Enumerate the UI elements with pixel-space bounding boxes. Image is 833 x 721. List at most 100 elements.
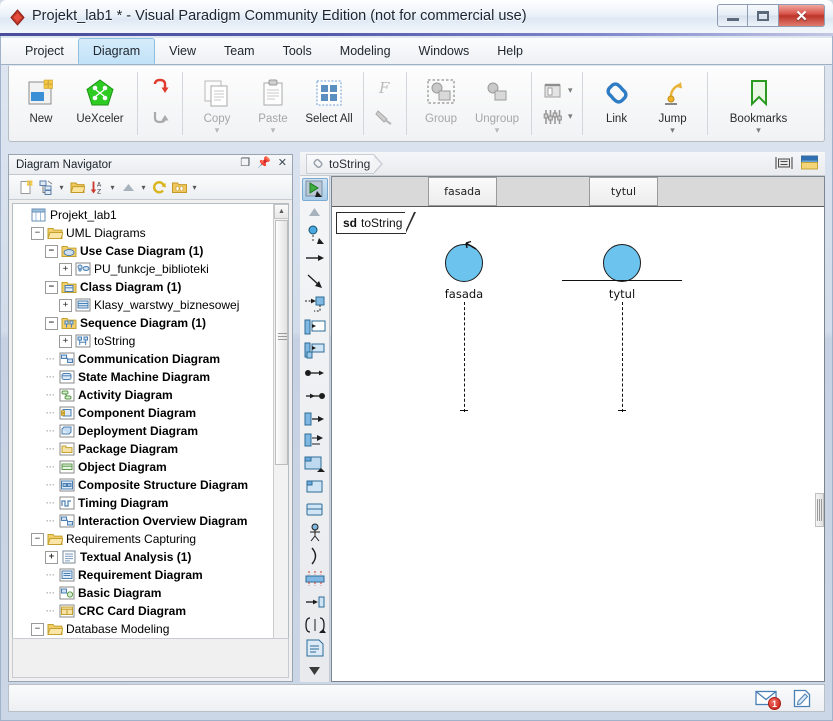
chevron-down-icon[interactable]: ▾	[495, 126, 500, 135]
tree-expand-icon[interactable]: +	[59, 298, 72, 312]
more-caret[interactable]	[302, 659, 328, 682]
chevron-down-icon[interactable]: ▾	[215, 126, 220, 135]
activation-bar-tool[interactable]	[302, 315, 328, 338]
expand-tree-icon[interactable]	[37, 178, 55, 196]
diagram-canvas[interactable]: sd toString fasada tytul	[332, 208, 824, 681]
combined-fragment-tool[interactable]	[302, 430, 328, 453]
tree-item-tostring[interactable]: + toString	[13, 332, 272, 350]
tree-collapse-icon[interactable]: −	[45, 244, 58, 258]
entry-point-tool[interactable]	[302, 590, 328, 613]
ruler-cell-tytul[interactable]: tytul	[589, 177, 658, 206]
distribute-row[interactable]: ▾	[541, 107, 573, 127]
tree-collapse-icon[interactable]: −	[31, 622, 44, 636]
start-point-tool[interactable]	[302, 361, 328, 384]
tree-collapse-icon[interactable]: −	[45, 316, 58, 330]
close-button[interactable]: ✕	[779, 4, 825, 27]
tree-item-use-case-diagram-1[interactable]: − Use Case Diagram (1)	[13, 242, 272, 260]
format-button[interactable]: F	[373, 78, 397, 101]
interaction-use-tool[interactable]	[302, 453, 328, 476]
tree-expand-icon[interactable]: +	[59, 334, 72, 348]
chevron-down-icon[interactable]: ▾	[568, 112, 573, 121]
paste-button[interactable]: Paste ▾	[245, 69, 301, 138]
menu-item-help[interactable]: Help	[483, 38, 537, 64]
interaction-frame-tool[interactable]	[302, 613, 328, 636]
tree-item-crc-card-diagram[interactable]: ··· CRC Card Diagram	[13, 602, 272, 620]
group-button[interactable]: Group	[413, 69, 469, 138]
message-arrow-tool[interactable]	[302, 247, 328, 270]
bookmarks-button[interactable]: Bookmarks ▾	[714, 69, 804, 138]
tree-item-composite-structure-diagram[interactable]: ··· Composite Structure Diagram	[13, 476, 272, 494]
link-button[interactable]: Link	[589, 69, 645, 138]
menu-item-team[interactable]: Team	[210, 38, 269, 64]
undo-button[interactable]	[147, 76, 173, 101]
tree-item-communication-diagram[interactable]: ··· Communication Diagram	[13, 350, 272, 368]
ungroup-button[interactable]: Ungroup ▾	[469, 69, 525, 138]
menu-item-project[interactable]: Project	[11, 38, 78, 64]
tree-item-object-diagram[interactable]: ··· Object Diagram	[13, 458, 272, 476]
tree-item-timing-diagram[interactable]: ··· Timing Diagram	[13, 494, 272, 512]
self-message-tool[interactable]	[302, 270, 328, 293]
collapse-caret[interactable]	[302, 201, 328, 224]
refresh-icon[interactable]	[150, 178, 168, 196]
actor-tool[interactable]	[302, 522, 328, 545]
chevron-down-icon[interactable]: ▾	[108, 183, 117, 192]
tree-item-requirements-capturing[interactable]: − Requirements Capturing	[13, 530, 272, 548]
menu-item-tools[interactable]: Tools	[269, 38, 326, 64]
lifeline-fasada[interactable]: fasada	[404, 240, 524, 412]
format-brush-button[interactable]	[373, 107, 397, 130]
canvas-drag-handle[interactable]	[815, 493, 824, 527]
state-invariant-tool[interactable]	[302, 476, 328, 499]
tree-item-sequence-diagram-1[interactable]: − Sequence Diagram (1)	[13, 314, 272, 332]
message-envelope-icon[interactable]: 1	[754, 688, 781, 710]
tree-item-class-diagram-1[interactable]: − Class Diagram (1)	[13, 278, 272, 296]
duration-message-tool[interactable]	[302, 407, 328, 430]
restore-icon[interactable]: ❐	[240, 157, 250, 169]
ruler-cell-fasada[interactable]: fasada	[428, 177, 497, 206]
chevron-down-icon[interactable]: ▾	[139, 183, 148, 192]
redo-button[interactable]	[147, 107, 173, 132]
lifeline-tytul[interactable]: tytul	[562, 242, 682, 412]
close-icon[interactable]: ✕	[278, 157, 287, 169]
actor-lifeline-tool[interactable]	[302, 224, 328, 247]
create-message-tool[interactable]	[302, 293, 328, 316]
align-row[interactable]: ▾	[541, 81, 573, 101]
menu-item-view[interactable]: View	[155, 38, 210, 64]
tree-expand-icon[interactable]: +	[59, 262, 72, 276]
chevron-down-icon[interactable]: ▾	[57, 183, 66, 192]
uexceler-button[interactable]: UeXceler	[69, 69, 131, 138]
select-all-button[interactable]: Select All	[301, 69, 357, 138]
continuation-tool[interactable]	[302, 499, 328, 522]
lifeline-header-ruler[interactable]: fasada tytul	[332, 177, 824, 207]
breadcrumb-tostring[interactable]: toString	[306, 153, 384, 174]
tree-item-component-diagram[interactable]: ··· Component Diagram	[13, 404, 272, 422]
chevron-down-icon[interactable]: ▾	[190, 183, 199, 192]
tree-item-database-modeling[interactable]: − Database Modeling	[13, 620, 272, 638]
chevron-down-icon[interactable]: ▾	[670, 126, 675, 135]
end-point-tool[interactable]	[302, 384, 328, 407]
tree-item-uml-diagrams[interactable]: − UML Diagrams	[13, 224, 272, 242]
tree-item-requirement-diagram[interactable]: ··· Requirement Diagram	[13, 566, 272, 584]
scroll-thumb[interactable]	[275, 220, 288, 465]
open-specification-icon[interactable]	[800, 154, 819, 174]
jump-button[interactable]: Jump ▾	[645, 69, 701, 138]
gate-tool[interactable]	[302, 567, 328, 590]
chevron-down-icon[interactable]: ▾	[271, 126, 276, 135]
maximize-button[interactable]	[748, 4, 779, 27]
fit-window-icon[interactable]	[775, 155, 793, 174]
tree-item-projekt-lab1[interactable]: Projekt_lab1	[13, 206, 272, 224]
copy-button[interactable]: Copy ▾	[189, 69, 245, 138]
sort-az-icon[interactable]: AZ	[88, 178, 106, 196]
tree-collapse-icon[interactable]: −	[31, 226, 44, 240]
minimize-button[interactable]	[717, 4, 748, 27]
tree-collapse-icon[interactable]: −	[45, 280, 58, 294]
new-button[interactable]: New	[13, 69, 69, 138]
new-diagram-icon[interactable]	[17, 178, 35, 196]
tree-collapse-icon[interactable]: −	[31, 532, 44, 546]
chevron-down-icon[interactable]: ▾	[568, 86, 573, 95]
tree-item-activity-diagram[interactable]: ··· Activity Diagram	[13, 386, 272, 404]
collapse-up-icon[interactable]	[119, 178, 137, 196]
note-tool[interactable]	[302, 636, 328, 659]
chevron-down-icon[interactable]: ▾	[756, 126, 761, 135]
curved-connector-tool[interactable]	[302, 545, 328, 568]
found-message-tool[interactable]	[302, 338, 328, 361]
